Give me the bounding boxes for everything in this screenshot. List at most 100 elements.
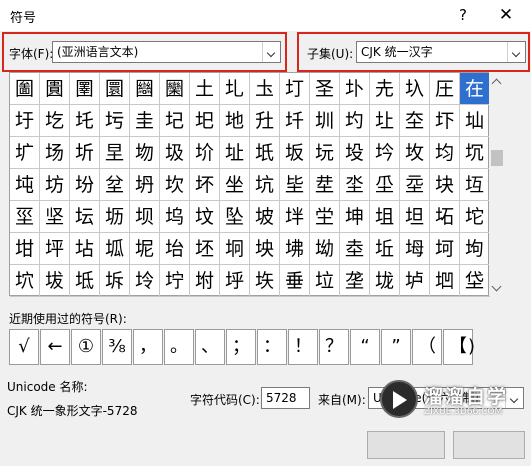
symbol-cell[interactable]: 坍 [130,169,160,201]
symbol-cell[interactable]: 坶 [400,233,430,265]
symbol-cell[interactable]: 坜 [100,201,130,233]
symbol-cell[interactable]: 圼 [100,137,130,169]
symbol-cell[interactable]: 坫 [70,233,100,265]
symbol-cell[interactable]: 坙 [10,201,40,233]
symbol-cell[interactable]: 坊 [40,169,70,201]
symbol-cell[interactable]: 圳 [310,105,340,137]
recent-symbol-cell[interactable]: ① [71,329,101,365]
symbol-cell[interactable]: 圿 [190,137,220,169]
symbol-cell[interactable]: 坭 [130,233,160,265]
symbol-cell[interactable]: 圭 [130,105,160,137]
symbol-cell[interactable]: 坯 [190,233,220,265]
symbol-cell[interactable]: 圞 [160,73,190,105]
chevron-down-icon[interactable] [262,42,280,62]
symbol-cell[interactable]: 坸 [460,233,490,265]
recent-symbol-cell[interactable]: ， [133,329,163,365]
symbol-cell[interactable]: 圱 [250,105,280,137]
symbol-cell[interactable]: 圦 [400,73,430,105]
symbol-cell[interactable]: 块 [430,169,460,201]
symbol-cell[interactable]: 坃 [310,137,340,169]
symbol-cell[interactable]: 圫 [70,105,100,137]
symbol-cell[interactable]: 圝 [130,73,160,105]
symbol-cell[interactable]: 坂 [280,137,310,169]
symbol-cell[interactable]: 坐 [220,169,250,201]
symbol-cell[interactable]: 圣 [310,73,340,105]
symbol-cell[interactable]: 坛 [70,201,100,233]
symbol-cell[interactable]: 圾 [160,137,190,169]
symbol-cell[interactable]: 坔 [340,169,370,201]
recent-symbol-cell[interactable]: ； [226,329,256,365]
insert-button[interactable] [367,431,445,459]
recent-symbol-cell[interactable]: “ [350,329,380,365]
recent-symbol-cell[interactable]: 、 [195,329,225,365]
cancel-button[interactable] [453,431,525,459]
recent-symbol-cell[interactable]: ！ [288,329,318,365]
scroll-thumb[interactable] [491,150,503,166]
recent-symbol-cell[interactable]: ← [40,329,70,365]
symbol-cell[interactable]: 坓 [310,169,340,201]
symbol-cell[interactable]: 坟 [190,201,220,233]
recent-trailing-symbol[interactable]: ) [468,336,475,357]
symbol-cell[interactable]: 圹 [10,137,40,169]
symbol-cell[interactable]: 均 [430,137,460,169]
symbol-cell[interactable]: 坳 [310,233,340,265]
symbol-cell[interactable]: 圯 [190,105,220,137]
symbol-cell[interactable]: 坡 [250,201,280,233]
scroll-up-icon[interactable] [491,78,502,89]
symbol-cell[interactable]: 坦 [400,201,430,233]
symbol-cell[interactable]: 坷 [430,233,460,265]
symbol-cell[interactable]: 坖 [400,169,430,201]
symbol-cell[interactable]: 圗 [10,73,40,105]
symbol-cell[interactable]: 坢 [280,201,310,233]
help-button[interactable]: ? [452,4,474,26]
recent-symbol-cell[interactable]: ⅜ [102,329,132,365]
symbol-cell[interactable]: 圪 [40,105,70,137]
symbol-cell[interactable]: 坞 [160,201,190,233]
symbol-cell[interactable]: 坘 [460,169,490,201]
recent-symbol-cell[interactable]: ： [257,329,287,365]
symbol-cell[interactable]: 圴 [340,105,370,137]
symbol-cell[interactable]: 坥 [370,201,400,233]
symbol-cell[interactable]: 坲 [280,233,310,265]
symbol-cell[interactable]: 圡 [250,73,280,105]
symbol-cell[interactable]: 垆 [400,265,430,297]
scroll-down-icon[interactable] [491,281,502,292]
symbol-cell[interactable]: 坅 [370,137,400,169]
symbol-cell[interactable]: 坱 [250,233,280,265]
symbol-cell[interactable]: 圛 [70,73,100,105]
symbol-cell[interactable]: 圻 [70,137,100,169]
symbol-cell[interactable]: 坴 [340,233,370,265]
symbol-cell[interactable]: 坕 [370,169,400,201]
symbol-cell[interactable]: 坎 [160,169,190,201]
symbol-cell[interactable]: 坑 [250,169,280,201]
symbol-cell[interactable]: 圶 [400,105,430,137]
symbol-cell[interactable]: 地 [220,105,250,137]
symbol-cell[interactable]: 土 [190,73,220,105]
symbol-cell[interactable]: 垁 [250,265,280,297]
symbol-cell[interactable]: 坰 [220,233,250,265]
symbol-cell[interactable]: 圷 [430,105,460,137]
symbol-cell[interactable]: 址 [220,137,250,169]
symbol-cell[interactable]: 坌 [100,169,130,201]
symbol-cell[interactable]: 坻 [70,265,100,297]
symbol-cell[interactable]: 坁 [250,137,280,169]
symbol-cell[interactable]: 垃 [310,265,340,297]
symbol-cell[interactable]: 坈 [460,137,490,169]
symbol-cell[interactable]: 坩 [10,233,40,265]
symbol-cell[interactable]: 圧 [430,73,460,105]
symbol-cell[interactable]: 圬 [100,105,130,137]
recent-symbol-cell[interactable]: ” [381,329,411,365]
symbol-cell[interactable]: 坄 [340,137,370,169]
symbol-cell[interactable]: 坹 [10,265,40,297]
symbol-cell[interactable]: 坆 [400,137,430,169]
close-button[interactable]: ✕ [493,3,519,27]
symbol-cell[interactable]: 坧 [430,201,460,233]
symbol-cell[interactable]: 坋 [70,169,100,201]
symbol-cell[interactable]: 坚 [40,201,70,233]
symbol-cell[interactable]: 圮 [160,105,190,137]
recent-symbol-cell[interactable]: 。 [164,329,194,365]
font-dropdown[interactable]: (亚洲语言文本) [52,41,281,63]
recent-symbol-cell[interactable]: ？ [319,329,349,365]
symbol-cell[interactable]: 垄 [340,265,370,297]
symbol-cell[interactable]: 垂 [280,265,310,297]
